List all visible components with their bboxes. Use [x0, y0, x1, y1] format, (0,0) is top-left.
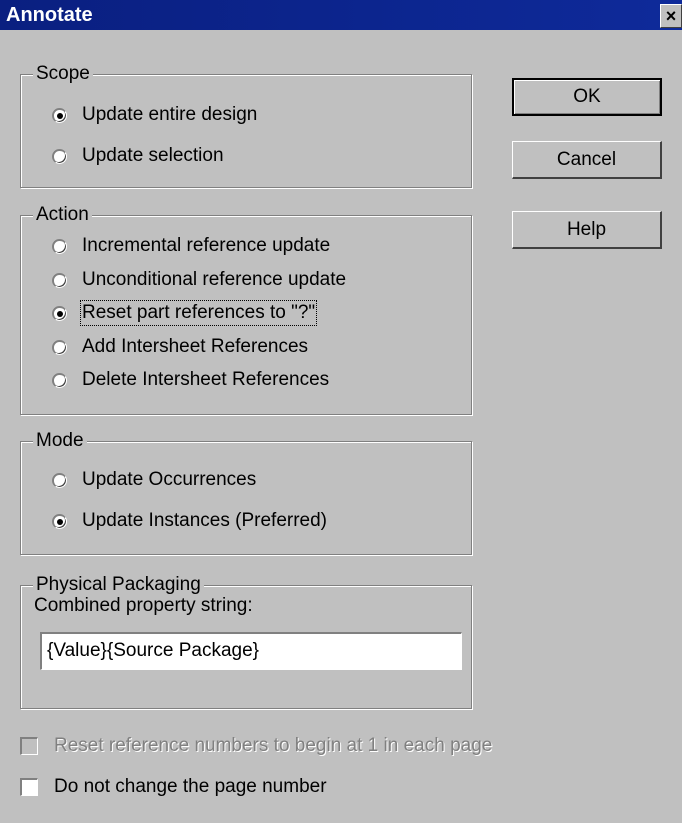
checkbox-do-not-change-page-number[interactable]: Do not change the page number	[20, 776, 327, 798]
mode-legend: Mode	[33, 430, 87, 452]
radio-icon[interactable]	[52, 372, 67, 388]
close-icon[interactable]: ×	[660, 4, 682, 28]
radio-update-entire-design[interactable]: Update entire design	[52, 104, 257, 126]
radio-delete-intersheet-references[interactable]: Delete Intersheet References	[52, 369, 329, 391]
packaging-legend: Physical Packaging	[33, 574, 204, 596]
checkbox-icon	[20, 737, 38, 755]
radio-icon[interactable]	[52, 513, 67, 529]
radio-update-instances[interactable]: Update Instances (Preferred)	[52, 510, 327, 532]
help-button[interactable]: Help	[512, 211, 662, 249]
checkbox-label: Do not change the page number	[54, 776, 327, 797]
radio-label: Add Intersheet References	[82, 336, 309, 357]
scope-legend: Scope	[33, 63, 93, 85]
radio-update-occurrences[interactable]: Update Occurrences	[52, 469, 256, 491]
radio-icon[interactable]	[52, 238, 67, 254]
radio-label: Update selection	[82, 145, 224, 166]
checkbox-label: Reset reference numbers to begin at 1 in…	[54, 735, 493, 756]
radio-icon[interactable]	[52, 107, 67, 123]
action-legend: Action	[33, 204, 92, 226]
radio-add-intersheet-references[interactable]: Add Intersheet References	[52, 336, 308, 358]
radio-label: Incremental reference update	[82, 235, 331, 256]
radio-label: Update entire design	[82, 104, 258, 125]
radio-icon[interactable]	[52, 472, 67, 488]
radio-label: Update Instances (Preferred)	[82, 510, 328, 531]
combined-property-input[interactable]: {Value}{Source Package}	[40, 632, 462, 670]
radio-label: Reset part references to "?"	[79, 300, 318, 326]
checkbox-reset-reference-numbers: Reset reference numbers to begin at 1 in…	[20, 735, 492, 757]
combined-property-label: Combined property string:	[34, 595, 253, 616]
radio-update-selection[interactable]: Update selection	[52, 145, 224, 167]
cancel-button[interactable]: Cancel	[512, 141, 662, 179]
checkbox-icon[interactable]	[20, 778, 38, 796]
radio-label: Unconditional reference update	[82, 269, 347, 290]
radio-icon[interactable]	[52, 305, 67, 321]
window-title: Annotate	[6, 4, 93, 26]
radio-icon[interactable]	[52, 339, 67, 355]
radio-incremental-update[interactable]: Incremental reference update	[52, 235, 330, 257]
radio-label: Update Occurrences	[82, 469, 257, 490]
radio-label: Delete Intersheet References	[82, 369, 330, 390]
ok-button[interactable]: OK	[512, 78, 662, 116]
radio-icon[interactable]	[52, 272, 67, 288]
title-bar: Annotate ×	[0, 0, 682, 30]
radio-icon[interactable]	[52, 148, 67, 164]
radio-unconditional-update[interactable]: Unconditional reference update	[52, 269, 346, 291]
scope-group: Scope	[20, 63, 472, 188]
radio-reset-part-references[interactable]: Reset part references to "?"	[52, 300, 318, 326]
mode-group: Mode	[20, 430, 472, 555]
